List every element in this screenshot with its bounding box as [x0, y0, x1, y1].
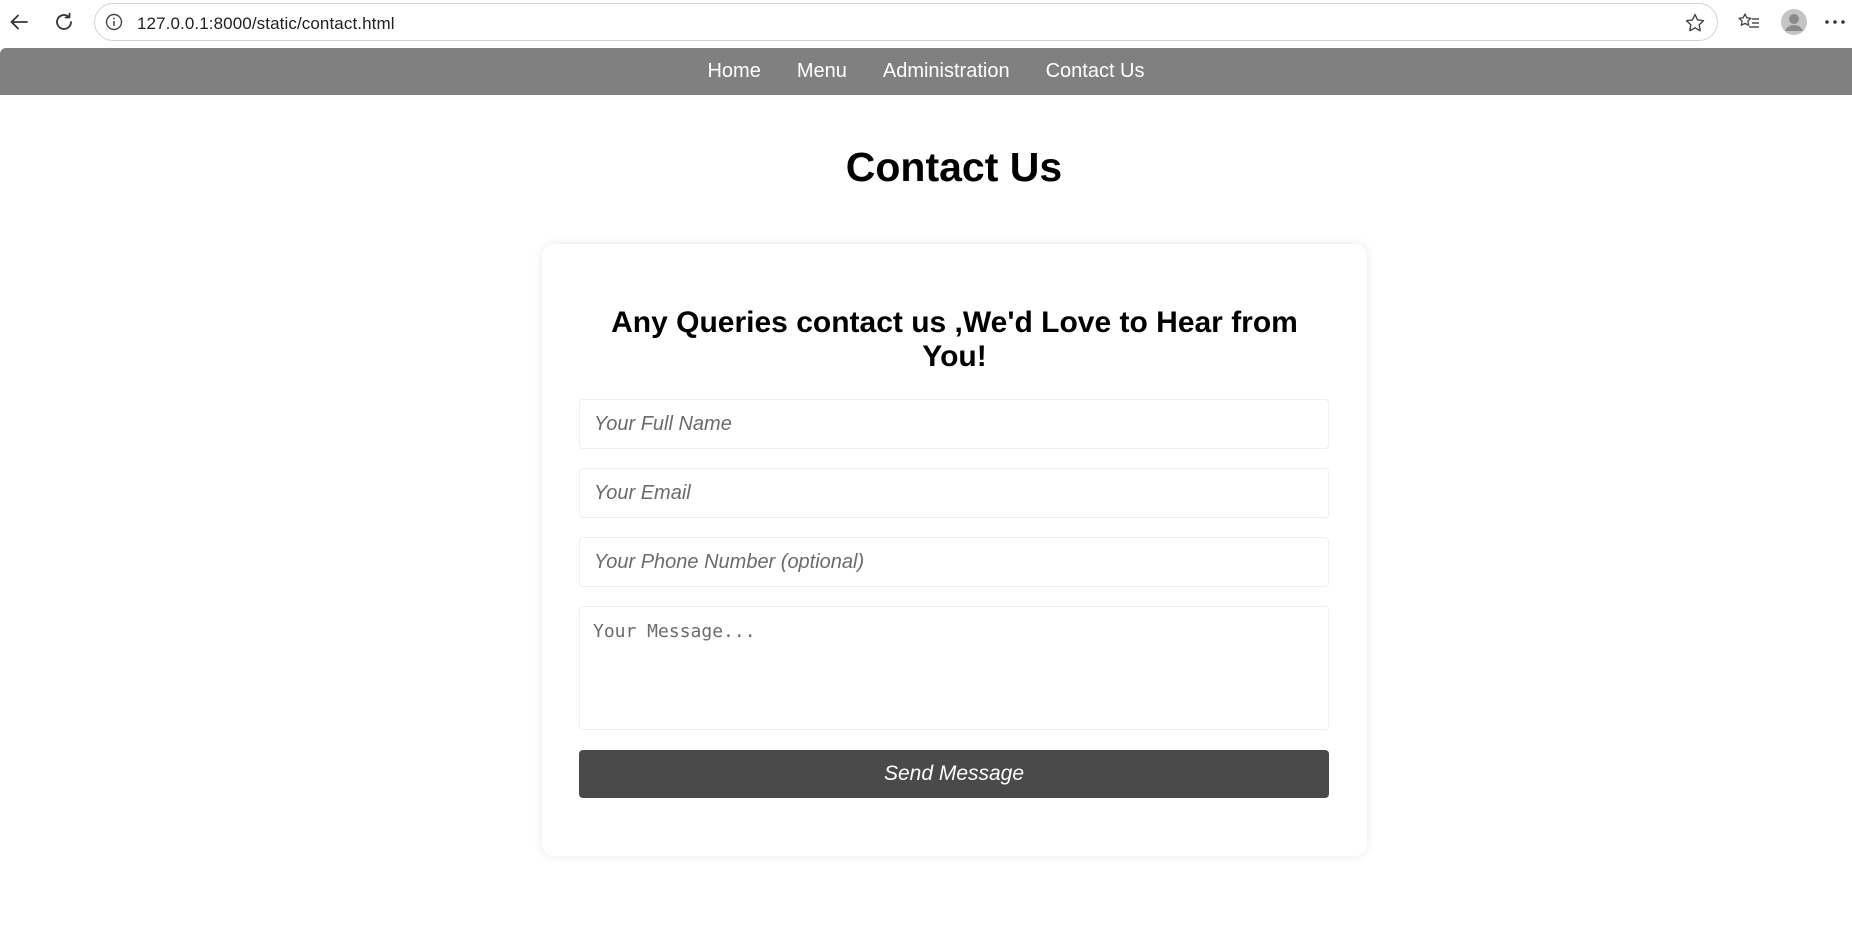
profile-avatar-icon[interactable] [1779, 7, 1809, 37]
form-heading: Any Queries contact us ,We'd Love to Hea… [611, 306, 1298, 373]
nav-link-administration[interactable]: Administration [883, 60, 1010, 83]
contact-form-card: Any Queries contact us ,We'd Love to Hea… [542, 244, 1367, 856]
page-title: Contact Us [845, 144, 1063, 190]
email-input[interactable] [579, 468, 1329, 518]
send-message-button[interactable]: Send Message [579, 750, 1329, 798]
nav-link-contact-us[interactable]: Contact Us [1046, 60, 1145, 83]
address-bar[interactable]: 127.0.0.1:8000/static/contact.html [94, 3, 1718, 41]
nav-link-home[interactable]: Home [707, 60, 760, 83]
url-text[interactable]: 127.0.0.1:8000/static/contact.html [137, 14, 395, 34]
message-textarea[interactable] [579, 606, 1329, 730]
info-icon[interactable] [105, 13, 123, 31]
site-navbar: Home Menu Administration Contact Us [0, 48, 1852, 95]
back-arrow-icon[interactable] [4, 7, 34, 37]
star-icon[interactable] [1681, 9, 1709, 37]
browser-toolbar: 127.0.0.1:8000/static/contact.html [0, 0, 1852, 46]
full-name-input[interactable] [579, 399, 1329, 449]
reload-icon[interactable] [49, 7, 79, 37]
favorites-icon[interactable] [1734, 7, 1764, 37]
nav-link-menu[interactable]: Menu [797, 60, 847, 83]
phone-input[interactable] [579, 537, 1329, 587]
more-options-icon[interactable] [1822, 7, 1848, 37]
